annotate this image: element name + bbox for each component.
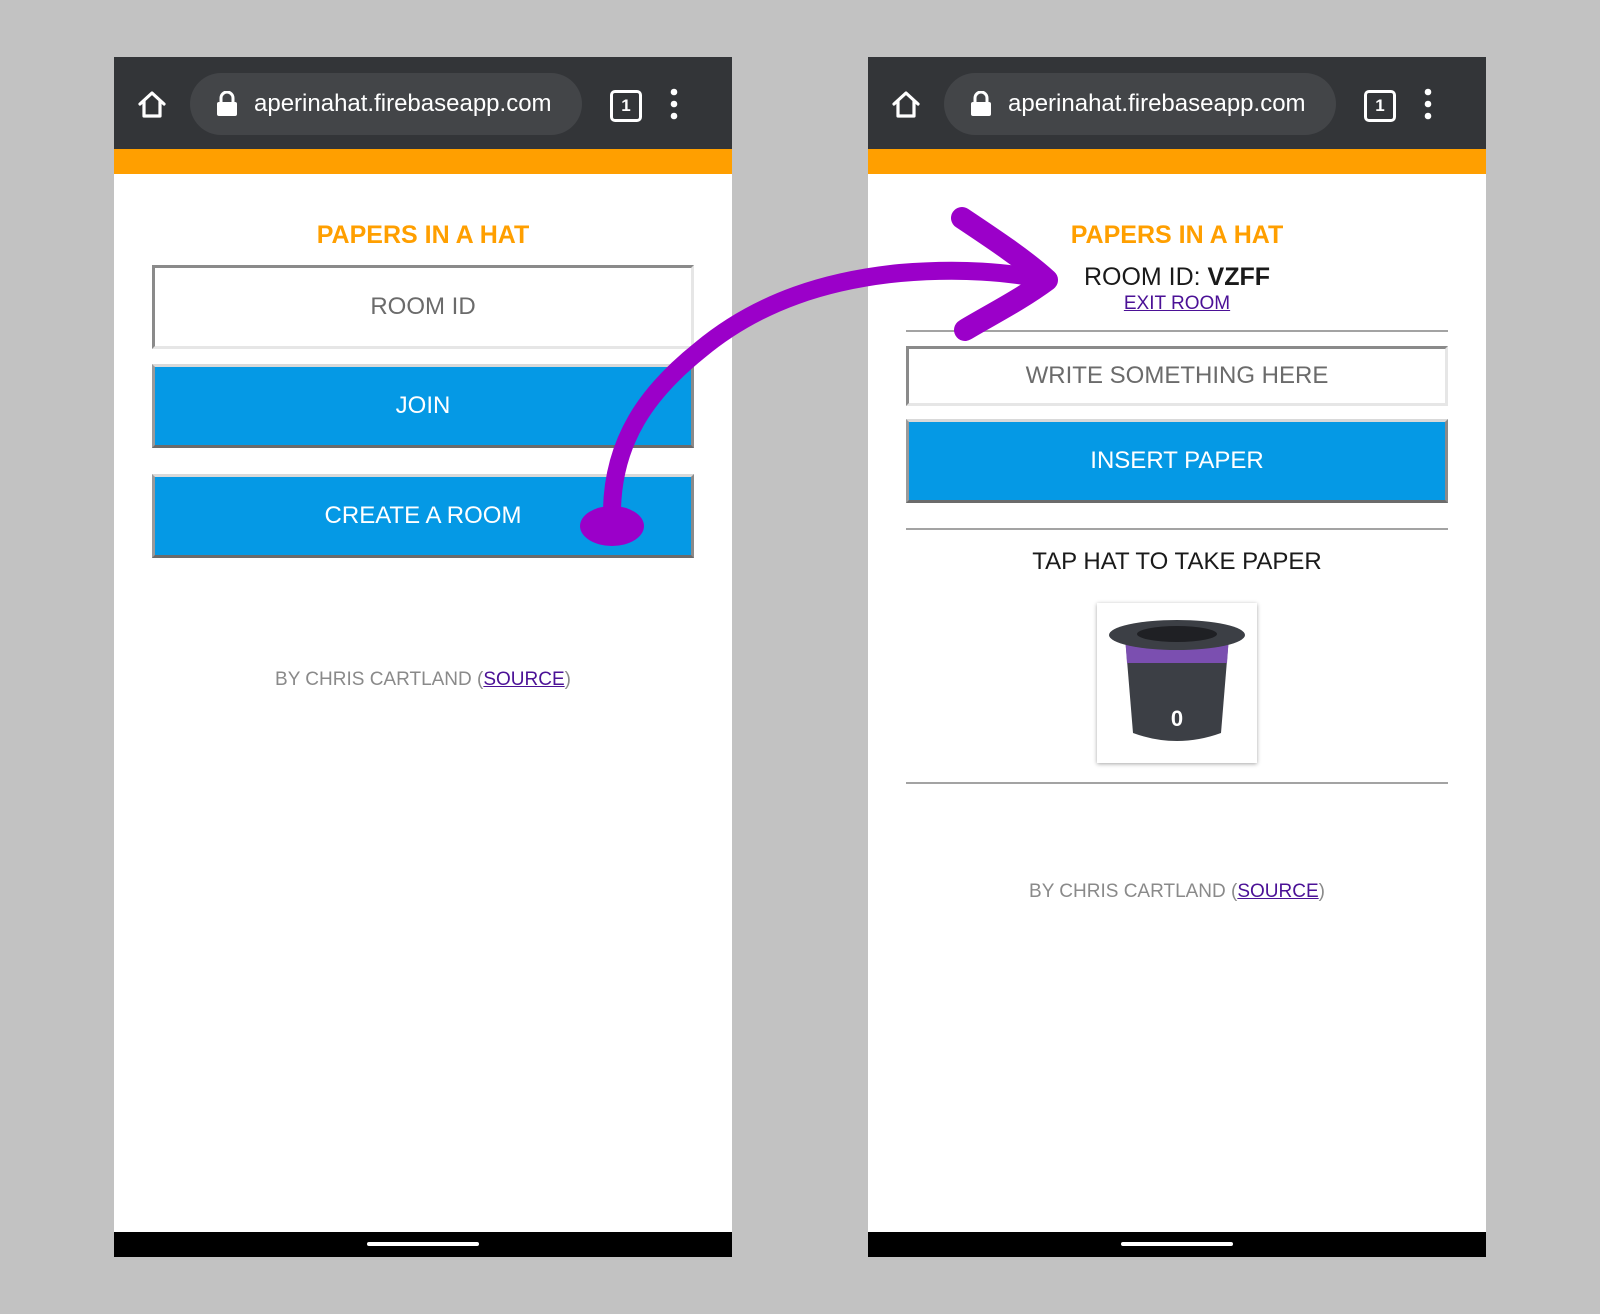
insert-paper-button[interactable]: INSERT PAPER bbox=[906, 419, 1448, 503]
lock-icon bbox=[971, 91, 991, 116]
footer-suffix: ) bbox=[564, 669, 571, 690]
room-id-value: VZFF bbox=[1207, 263, 1271, 291]
browser-toolbar: aperinahat.firebaseapp.com 1 bbox=[868, 57, 1486, 149]
tabs-icon[interactable]: 1 bbox=[1364, 90, 1396, 122]
create-room-button[interactable]: CREATE A ROOM bbox=[152, 474, 694, 558]
home-icon[interactable] bbox=[136, 88, 168, 120]
home-icon[interactable] bbox=[890, 88, 922, 120]
more-vert-icon[interactable] bbox=[1420, 87, 1436, 121]
footer-prefix: BY CHRIS CARTLAND ( bbox=[1029, 881, 1238, 902]
lock-icon bbox=[217, 91, 237, 116]
footer-credit: BY CHRIS CARTLAND (SOURCE) bbox=[868, 880, 1486, 904]
left-phone-screen: aperinahat.firebaseapp.com 1 PAPERS IN A… bbox=[114, 57, 732, 1257]
app-title: PAPERS IN A HAT bbox=[1070, 221, 1284, 249]
join-button[interactable]: JOIN bbox=[152, 364, 694, 448]
room-id-label: ROOM ID: bbox=[1083, 263, 1208, 291]
tabs-icon[interactable]: 1 bbox=[610, 90, 642, 122]
right-phone-screen: aperinahat.firebaseapp.com 1 PAPERS IN A… bbox=[868, 57, 1486, 1257]
exit-room-link[interactable]: EXIT ROOM bbox=[1124, 293, 1230, 314]
write-paper-input[interactable]: WRITE SOMETHING HERE bbox=[906, 346, 1448, 406]
address-bar[interactable]: aperinahat.firebaseapp.com bbox=[944, 73, 1336, 135]
accent-bar bbox=[868, 149, 1486, 174]
divider-bottom bbox=[906, 782, 1448, 784]
address-bar[interactable]: aperinahat.firebaseapp.com bbox=[190, 73, 582, 135]
more-vert-icon[interactable] bbox=[666, 87, 682, 121]
source-link[interactable]: SOURCE bbox=[483, 669, 564, 690]
browser-toolbar: aperinahat.firebaseapp.com 1 bbox=[114, 57, 732, 149]
app-title: PAPERS IN A HAT bbox=[316, 221, 530, 249]
tap-hat-instruction: TAP HAT TO TAKE PAPER bbox=[1032, 548, 1322, 575]
system-nav-bar bbox=[868, 1232, 1486, 1257]
divider-middle bbox=[906, 528, 1448, 530]
footer-prefix: BY CHRIS CARTLAND ( bbox=[275, 669, 484, 690]
hat-button[interactable]: 0 bbox=[1097, 603, 1257, 763]
home-gesture-pill[interactable] bbox=[1121, 1242, 1233, 1246]
url-text: aperinahat.firebaseapp.com bbox=[254, 90, 552, 117]
top-hat-icon: 0 bbox=[1109, 620, 1245, 741]
hat-count: 0 bbox=[1171, 706, 1183, 731]
url-text: aperinahat.firebaseapp.com bbox=[1008, 90, 1306, 117]
footer-suffix: ) bbox=[1318, 881, 1325, 902]
home-gesture-pill[interactable] bbox=[367, 1242, 479, 1246]
divider-top bbox=[906, 330, 1448, 332]
room-id-display: ROOM ID: VZFF bbox=[868, 262, 1486, 292]
source-link[interactable]: SOURCE bbox=[1237, 881, 1318, 902]
write-paper-placeholder: WRITE SOMETHING HERE bbox=[1025, 362, 1329, 389]
exit-room-link-row: EXIT ROOM bbox=[868, 293, 1486, 315]
accent-bar bbox=[114, 149, 732, 174]
room-id-input[interactable]: ROOM ID bbox=[152, 265, 694, 349]
system-nav-bar bbox=[114, 1232, 732, 1257]
room-id-placeholder: ROOM ID bbox=[370, 293, 476, 320]
footer-credit: BY CHRIS CARTLAND (SOURCE) bbox=[114, 668, 732, 692]
